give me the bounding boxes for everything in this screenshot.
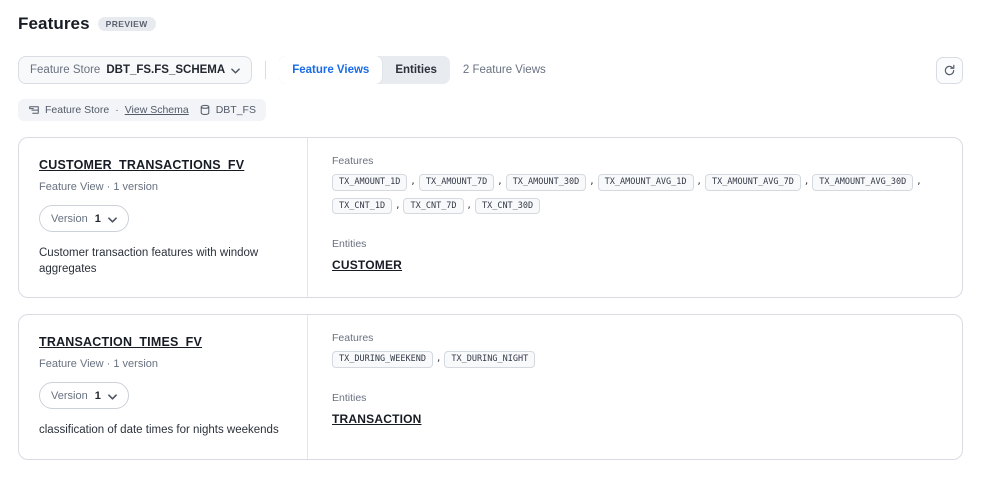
feature-chip: TX_AMOUNT_1D bbox=[332, 174, 407, 191]
feature-view-title-link[interactable]: CUSTOMER_TRANSACTIONS_FV bbox=[39, 158, 244, 172]
toolbar-divider bbox=[265, 61, 266, 79]
card-detail: Features TX_DURING_WEEKEND,TX_DURING_NIG… bbox=[308, 315, 962, 459]
feature-chip-list: TX_DURING_WEEKEND,TX_DURING_NIGHT bbox=[332, 351, 942, 368]
page-header: Features PREVIEW bbox=[18, 14, 963, 34]
feature-store-icon bbox=[28, 104, 40, 116]
feature-chip: TX_AMOUNT_AVG_30D bbox=[812, 174, 913, 191]
page-title: Features bbox=[18, 14, 90, 34]
feature-chip: TX_DURING_NIGHT bbox=[444, 351, 535, 368]
features-label: Features bbox=[332, 155, 942, 167]
chevron-down-icon bbox=[108, 388, 117, 403]
feature-store-selector[interactable]: Feature Store DBT_FS.FS_SCHEMA bbox=[18, 56, 252, 84]
chip-separator: , bbox=[589, 177, 594, 187]
version-value: 1 bbox=[95, 390, 101, 402]
chip-separator: , bbox=[804, 177, 809, 187]
entity-link[interactable]: CUSTOMER bbox=[332, 258, 402, 272]
breadcrumb-prefix: Feature Store bbox=[45, 104, 109, 116]
feature-view-subtitle: Feature View · 1 version bbox=[39, 181, 287, 193]
chevron-down-icon bbox=[108, 211, 117, 226]
feature-chip: TX_AMOUNT_30D bbox=[506, 174, 587, 191]
tab-entities[interactable]: Entities bbox=[382, 56, 450, 84]
feature-chip-list: TX_AMOUNT_1D,TX_AMOUNT_7D,TX_AMOUNT_30D,… bbox=[332, 174, 942, 214]
chip-separator: , bbox=[697, 177, 702, 187]
breadcrumb: Feature Store · View Schema DBT_FS bbox=[18, 99, 266, 121]
entities-label: Entities bbox=[332, 392, 942, 404]
feature-view-title-link[interactable]: TRANSACTION_TIMES_FV bbox=[39, 335, 202, 349]
card-summary: TRANSACTION_TIMES_FV Feature View · 1 ve… bbox=[19, 315, 308, 459]
version-selector[interactable]: Version 1 bbox=[39, 382, 129, 409]
refresh-icon bbox=[943, 64, 956, 77]
version-label: Version bbox=[51, 213, 88, 225]
feature-view-description: Customer transaction features with windo… bbox=[39, 246, 287, 277]
features-label: Features bbox=[332, 332, 942, 344]
card-detail: Features TX_AMOUNT_1D,TX_AMOUNT_7D,TX_AM… bbox=[308, 138, 962, 297]
preview-badge: PREVIEW bbox=[98, 17, 156, 31]
feature-chip: TX_DURING_WEEKEND bbox=[332, 351, 433, 368]
chip-separator: , bbox=[436, 354, 441, 364]
feature-chip: TX_CNT_30D bbox=[475, 198, 540, 215]
version-selector[interactable]: Version 1 bbox=[39, 205, 129, 232]
chevron-down-icon bbox=[231, 61, 240, 79]
chip-separator: , bbox=[467, 201, 472, 211]
feature-chip: TX_CNT_1D bbox=[332, 198, 392, 215]
feature-store-label: Feature Store bbox=[30, 64, 100, 76]
tab-feature-views[interactable]: Feature Views bbox=[279, 56, 382, 84]
feature-view-description: classification of date times for nights … bbox=[39, 423, 287, 439]
chip-separator: , bbox=[395, 201, 400, 211]
features-page: Features PREVIEW Feature Store DBT_FS.FS… bbox=[0, 0, 985, 480]
breadcrumb-database: DBT_FS bbox=[216, 104, 256, 116]
chip-separator: , bbox=[497, 177, 502, 187]
view-schema-link[interactable]: View Schema bbox=[125, 104, 189, 116]
toolbar: Feature Store DBT_FS.FS_SCHEMA Feature V… bbox=[18, 56, 963, 84]
feature-view-subtitle: Feature View · 1 version bbox=[39, 358, 287, 370]
view-tabs: Feature Views Entities bbox=[279, 56, 450, 84]
feature-store-value: DBT_FS.FS_SCHEMA bbox=[106, 64, 225, 76]
feature-chip: TX_CNT_7D bbox=[403, 198, 463, 215]
feature-chip: TX_AMOUNT_7D bbox=[419, 174, 494, 191]
feature-chip: TX_AMOUNT_AVG_1D bbox=[598, 174, 694, 191]
feature-views-count: 2 Feature Views bbox=[463, 64, 546, 76]
feature-view-card: TRANSACTION_TIMES_FV Feature View · 1 ve… bbox=[18, 314, 963, 460]
entity-link[interactable]: TRANSACTION bbox=[332, 412, 422, 426]
version-label: Version bbox=[51, 390, 88, 402]
entities-label: Entities bbox=[332, 238, 942, 250]
feature-chip: TX_AMOUNT_AVG_7D bbox=[705, 174, 801, 191]
feature-view-card: CUSTOMER_TRANSACTIONS_FV Feature View · … bbox=[18, 137, 963, 298]
breadcrumb-row: Feature Store · View Schema DBT_FS bbox=[18, 99, 963, 121]
database-icon bbox=[199, 104, 211, 116]
card-summary: CUSTOMER_TRANSACTIONS_FV Feature View · … bbox=[19, 138, 308, 297]
feature-view-list: CUSTOMER_TRANSACTIONS_FV Feature View · … bbox=[18, 137, 963, 460]
chip-separator: , bbox=[916, 177, 921, 187]
breadcrumb-separator: · bbox=[115, 104, 119, 116]
version-value: 1 bbox=[95, 213, 101, 225]
chip-separator: , bbox=[410, 177, 415, 187]
refresh-button[interactable] bbox=[936, 57, 963, 84]
